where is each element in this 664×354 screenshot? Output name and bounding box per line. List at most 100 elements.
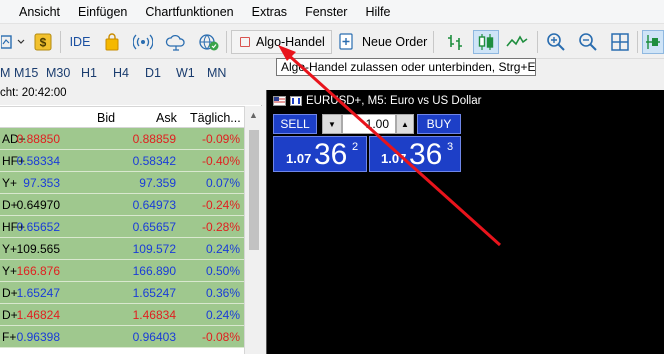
timeframe-m15[interactable]: M15 [14, 66, 38, 80]
vps-icon[interactable] [197, 30, 221, 54]
toolbar-separator [226, 31, 227, 53]
row-change: 0.07% [205, 176, 240, 190]
row-bid: 0.65652 [16, 220, 60, 234]
buy-quote[interactable]: 1.07 36 3 [369, 136, 461, 172]
column-ask[interactable]: Ask [156, 111, 177, 125]
row-symbol: D+ [2, 308, 18, 322]
dollar-icon[interactable]: $ [32, 30, 54, 54]
neue-order-button[interactable]: Neue Order [338, 30, 427, 54]
row-change: -0.24% [201, 198, 240, 212]
row-change: 0.24% [205, 308, 240, 322]
table-row[interactable]: D+ 1.46824 1.46834 0.24% [0, 304, 244, 326]
signal-icon[interactable] [132, 30, 154, 54]
lot-increase-button[interactable]: ▲ [396, 114, 414, 134]
toolbar-separator [637, 31, 638, 53]
chart-symbol-title: EURUSD+, M5: Euro vs US Dollar [306, 95, 482, 107]
row-ask: 0.88859 [132, 132, 176, 146]
row-change: 0.36% [205, 286, 240, 300]
metatrader-window: Ansicht Einfügen Chartfunktionen Extras … [0, 0, 664, 354]
table-row[interactable]: D+ 0.64970 0.64973 -0.24% [0, 194, 244, 216]
sell-price-main: 36 [314, 138, 348, 171]
algo-handel-tooltip: Algo-Handel zulassen oder unterbinden, S… [276, 58, 536, 76]
ide-button[interactable]: IDE [67, 30, 93, 54]
menu-ansicht[interactable]: Ansicht [19, 5, 60, 19]
timeframe-h4[interactable]: H4 [113, 66, 129, 80]
row-ask: 166.890 [132, 264, 176, 278]
row-bid: 97.353 [23, 176, 60, 190]
menu-bar: Ansicht Einfügen Chartfunktionen Extras … [0, 0, 664, 24]
timeframe-w1[interactable]: W1 [176, 66, 195, 80]
scroll-up-icon[interactable]: ▲ [249, 110, 258, 120]
flag-icon [273, 96, 286, 106]
column-daily-change[interactable]: Täglich... [190, 111, 241, 125]
row-symbol: D+ [2, 198, 18, 212]
zoom-out-icon[interactable] [576, 30, 600, 54]
lot-decrease-button[interactable]: ▼ [322, 114, 342, 134]
row-symbol: Y+ [2, 242, 18, 256]
row-change: -0.28% [201, 220, 240, 234]
toolbar-separator [433, 31, 434, 53]
timeframe-m30[interactable]: M30 [46, 66, 70, 80]
crosshair-icon[interactable] [642, 30, 664, 54]
row-bid: 1.65247 [16, 286, 60, 300]
buy-price-pip: 3 [447, 141, 454, 153]
menu-chartfunktionen[interactable]: Chartfunktionen [145, 5, 233, 19]
toolbar-separator [537, 31, 538, 53]
one-click-trading-icon[interactable] [290, 96, 302, 106]
shopping-bag-icon[interactable] [102, 30, 122, 54]
cloud-icon[interactable] [164, 30, 188, 54]
bar-chart-icon[interactable] [443, 30, 467, 54]
table-row[interactable]: AD+ 0.88850 0.88859 -0.09% [0, 128, 244, 150]
menu-extras[interactable]: Extras [252, 5, 287, 19]
sell-button[interactable]: SELL [273, 114, 317, 134]
row-bid: 0.88850 [16, 132, 60, 146]
sell-price-prefix: 1.07 [286, 151, 312, 166]
lot-size-input[interactable]: 1.00 [342, 114, 396, 134]
row-change: 0.50% [205, 264, 240, 278]
menu-fenster[interactable]: Fenster [305, 5, 347, 19]
row-bid: 1.46824 [16, 308, 60, 322]
timeframe-d1[interactable]: D1 [145, 66, 161, 80]
chart-window[interactable]: EURUSD+, M5: Euro vs US Dollar SELL ▼ 1.… [266, 90, 664, 354]
row-ask: 97.359 [139, 176, 176, 190]
candlestick-icon[interactable] [473, 30, 499, 54]
line-chart-icon[interactable] [505, 30, 529, 54]
zoom-in-icon[interactable] [544, 30, 568, 54]
row-change: 0.24% [205, 242, 240, 256]
row-bid: 109.565 [16, 242, 60, 256]
timeframe-h1[interactable]: H1 [81, 66, 97, 80]
table-row[interactable]: F+ 0.96398 0.96403 -0.08% [0, 326, 244, 348]
ide-label: IDE [69, 35, 91, 49]
buy-price-prefix: 1.07 [381, 151, 407, 166]
table-row[interactable]: HF+ 0.58334 0.58342 -0.40% [0, 150, 244, 172]
table-row[interactable]: D+ 1.65247 1.65247 0.36% [0, 282, 244, 304]
timeframe-m-partial[interactable]: M [0, 66, 10, 80]
table-row[interactable]: D1.073571.073700.09% [0, 348, 244, 354]
market-watch-panel: cht: 20:42:00 Bid Ask Täglich... AD+ 0.88… [0, 87, 262, 354]
buy-button[interactable]: BUY [417, 114, 461, 134]
table-row[interactable]: Y+ 166.876 166.890 0.50% [0, 260, 244, 282]
chevron-down-icon[interactable] [16, 30, 26, 54]
market-watch-scrollbar[interactable]: ▲ [244, 106, 262, 354]
tile-windows-icon[interactable] [608, 30, 632, 54]
chart-icon[interactable] [0, 30, 14, 54]
sell-quote[interactable]: 1.07 36 2 [273, 136, 367, 172]
menu-einfuegen[interactable]: Einfügen [78, 5, 127, 19]
algo-trading-icon [240, 37, 250, 47]
menu-hilfe[interactable]: Hilfe [365, 5, 390, 19]
row-ask: 0.58342 [132, 154, 176, 168]
scrollbar-thumb[interactable] [249, 130, 259, 250]
table-row[interactable]: Y+ 109.565 109.572 0.24% [0, 238, 244, 260]
row-symbol: F+ [2, 330, 17, 344]
table-row[interactable]: Y+ 97.353 97.359 0.07% [0, 172, 244, 194]
timeframe-mn[interactable]: MN [207, 66, 226, 80]
row-bid: 0.64970 [16, 198, 60, 212]
row-ask: 1.65247 [132, 286, 176, 300]
algo-handel-button[interactable]: Algo-Handel [231, 30, 332, 54]
market-watch-rows: AD+ 0.88850 0.88859 -0.09% HF+ 0.58334 0.58342… [0, 128, 244, 354]
row-change: -0.09% [201, 132, 240, 146]
row-ask: 0.96403 [132, 330, 176, 344]
row-change: -0.40% [201, 154, 240, 168]
column-bid[interactable]: Bid [97, 111, 115, 125]
table-row[interactable]: HF+ 0.65652 0.65657 -0.28% [0, 216, 244, 238]
